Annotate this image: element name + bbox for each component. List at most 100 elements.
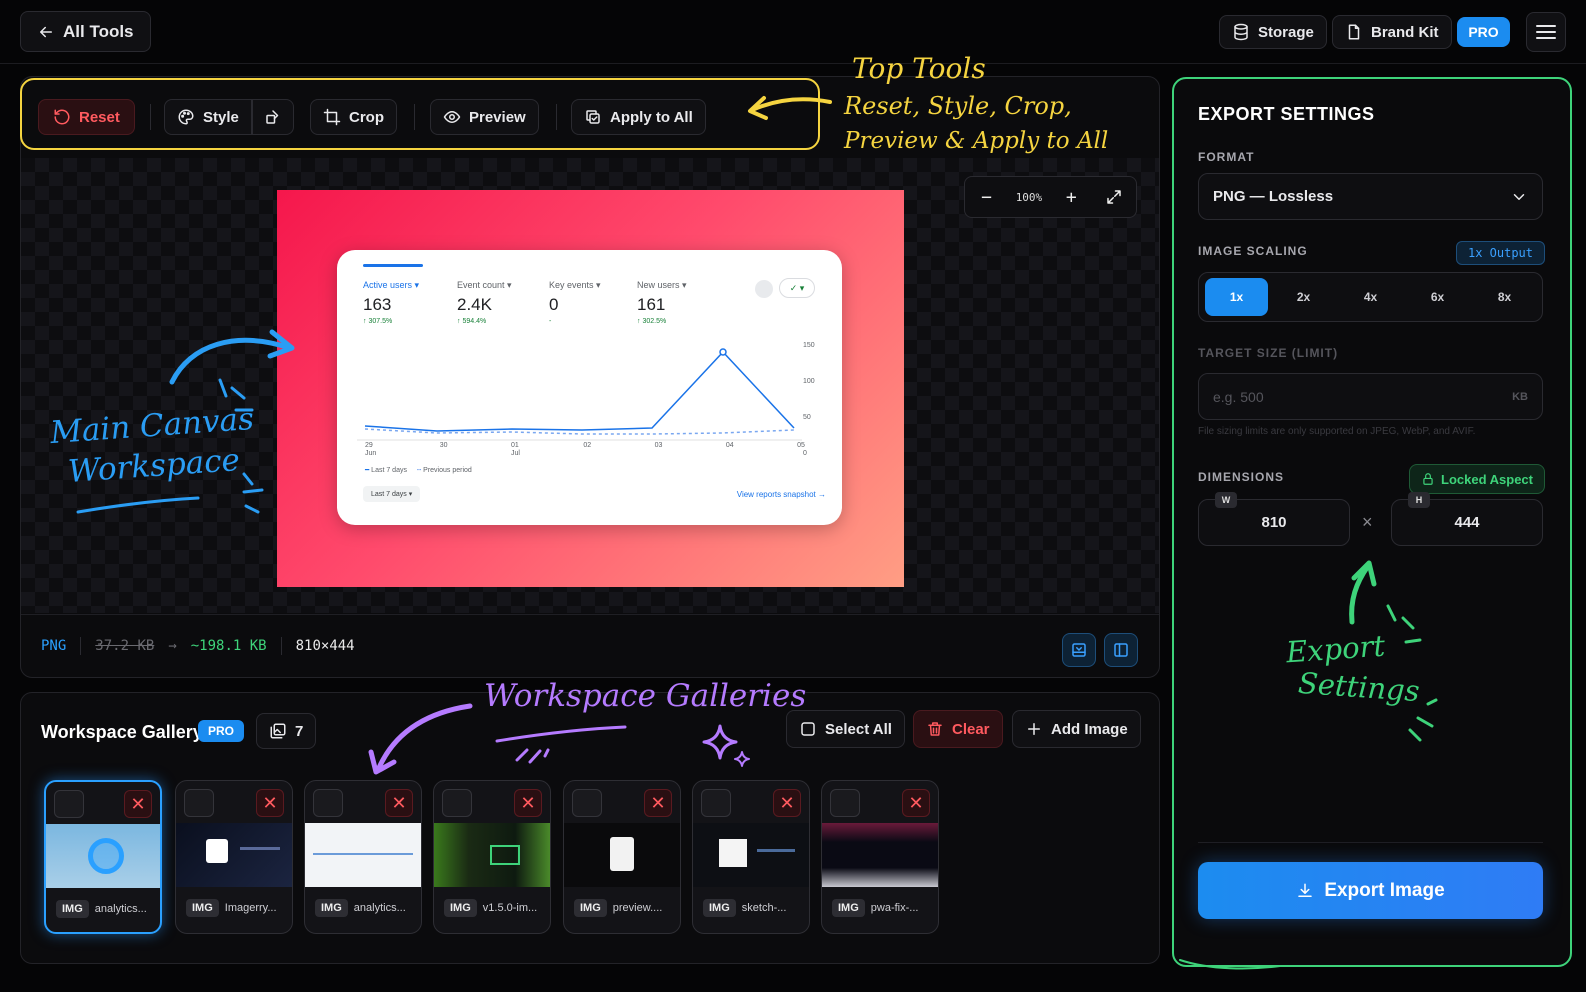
style-options-button[interactable] — [252, 99, 294, 135]
gallery-item[interactable]: ✕ IMG pwa-fix-... — [821, 780, 939, 934]
all-tools-label: All Tools — [63, 21, 134, 41]
scale-option-8x[interactable]: 8x — [1473, 278, 1536, 316]
file-name: sketch-... — [741, 902, 787, 914]
item-checkbox[interactable] — [184, 789, 214, 817]
rotate-ccw-icon — [53, 108, 71, 126]
target-size-input[interactable]: e.g. 500 KB — [1198, 373, 1543, 420]
locked-aspect-toggle[interactable]: Locked Aspect — [1409, 464, 1545, 494]
fullscreen-button[interactable] — [1100, 183, 1128, 211]
divider — [1198, 842, 1543, 843]
remove-item-button[interactable]: ✕ — [902, 789, 930, 817]
zoom-in-button[interactable]: + — [1057, 183, 1085, 211]
remove-item-button[interactable]: ✕ — [256, 789, 284, 817]
clear-button[interactable]: Clear — [913, 710, 1003, 748]
metric-value: 161 — [637, 295, 666, 314]
line-chart — [357, 348, 802, 441]
view-snapshot-link[interactable]: View reports snapshot → — [737, 490, 826, 499]
metric-value: 2.4K — [457, 295, 492, 314]
crop-button[interactable]: Crop — [310, 99, 397, 135]
scale-option-1x[interactable]: 1x — [1205, 278, 1268, 316]
copy-icon — [584, 108, 602, 126]
thumbnail-image — [434, 823, 550, 887]
thumbnail-image — [176, 823, 292, 887]
dimensions-section-label: DIMENSIONS — [1198, 470, 1285, 484]
item-meta: IMG v1.5.0-im... — [444, 899, 537, 917]
zoom-out-button[interactable]: − — [973, 183, 1001, 211]
toolbar-divider — [414, 104, 415, 130]
remove-item-button[interactable]: ✕ — [124, 790, 152, 818]
date-range-select[interactable]: Last 7 days ▾ — [363, 486, 421, 502]
type-tag: IMG — [832, 899, 865, 917]
zoom-level: 100% — [1015, 190, 1043, 204]
metric-active-users: Active users ▾ 163 ↑ 307.5% — [363, 280, 419, 325]
avatar-icon — [755, 280, 773, 298]
side-panel-button[interactable] — [1104, 633, 1138, 667]
item-checkbox[interactable] — [830, 789, 860, 817]
active-tab-indicator — [363, 264, 423, 267]
thumbnail-image — [46, 824, 160, 888]
remove-item-button[interactable]: ✕ — [514, 789, 542, 817]
file-name: analytics... — [94, 903, 147, 915]
remove-item-button[interactable]: ✕ — [644, 789, 672, 817]
gallery-item[interactable]: ✕ IMG preview.... — [563, 780, 681, 934]
scale-option-6x[interactable]: 6x — [1406, 278, 1469, 316]
all-tools-button[interactable]: All Tools — [20, 11, 151, 52]
remove-item-button[interactable]: ✕ — [385, 789, 413, 817]
panel-left-icon — [1112, 641, 1130, 659]
menu-button[interactable] — [1526, 12, 1566, 52]
images-icon — [269, 722, 287, 740]
metric-key-events: Key events ▾ 0 - — [549, 280, 601, 325]
item-checkbox[interactable] — [701, 789, 731, 817]
gallery-item[interactable]: ✕ IMG analytics... — [304, 780, 422, 934]
storage-button[interactable]: Storage — [1219, 15, 1327, 49]
style-button[interactable]: Style — [164, 99, 252, 135]
metric-change: - — [549, 318, 552, 325]
metric-value: 0 — [549, 295, 559, 314]
arrow-left-icon — [37, 23, 55, 41]
toolbar-divider — [150, 104, 151, 130]
annotation-export-line1: Export — [1284, 628, 1387, 670]
item-meta: IMG sketch-... — [703, 899, 786, 917]
export-image-button[interactable]: Export Image — [1198, 862, 1543, 919]
database-icon — [1232, 23, 1250, 41]
fit-view-button[interactable] — [1062, 633, 1096, 667]
eye-icon — [443, 108, 461, 126]
gallery-item[interactable]: ✕ IMG analytics... — [44, 780, 162, 934]
add-image-label: Add Image — [1051, 720, 1128, 738]
item-checkbox[interactable] — [572, 789, 602, 817]
scale-option-2x[interactable]: 2x — [1272, 278, 1335, 316]
brand-kit-label: Brand Kit — [1371, 23, 1439, 41]
item-checkbox[interactable] — [442, 789, 472, 817]
legend-label: Last 7 days — [371, 467, 407, 474]
thumbnail-image — [305, 823, 421, 887]
analytics-card: Active users ▾ 163 ↑ 307.5% Event count ▾ 2… — [337, 250, 842, 525]
dimensions-readout: 810×444 — [295, 637, 355, 654]
item-checkbox[interactable] — [313, 789, 343, 817]
reset-button[interactable]: Reset — [38, 99, 135, 135]
gallery-item[interactable]: ✕ IMG v1.5.0-im... — [433, 780, 551, 934]
format-section-label: FORMAT — [1198, 150, 1255, 164]
select-all-button[interactable]: Select All — [786, 710, 905, 748]
item-checkbox[interactable] — [54, 790, 84, 818]
apply-to-all-button[interactable]: Apply to All — [571, 99, 706, 135]
type-tag: IMG — [56, 900, 89, 918]
pro-badge[interactable]: PRO — [1457, 17, 1510, 47]
gallery-item[interactable]: ✕ IMG sketch-... — [692, 780, 810, 934]
remove-item-button[interactable]: ✕ — [773, 789, 801, 817]
type-tag: IMG — [444, 899, 477, 917]
brand-kit-button[interactable]: Brand Kit — [1332, 15, 1452, 49]
metric-change: ↑ 594.4% — [457, 318, 487, 325]
scale-option-4x[interactable]: 4x — [1339, 278, 1402, 316]
thumbnail-image — [693, 823, 809, 887]
preview-button[interactable]: Preview — [430, 99, 539, 135]
metric-new-users: New users ▾ 161 ↑ 302.5% — [637, 280, 687, 325]
add-image-button[interactable]: Add Image — [1012, 710, 1141, 748]
legend-label: Previous period — [423, 467, 472, 474]
format-select[interactable]: PNG — Lossless — [1198, 173, 1543, 220]
item-meta: IMG pwa-fix-... — [832, 899, 918, 917]
export-title: EXPORT SETTINGS — [1198, 104, 1375, 124]
canvas-image[interactable]: Active users ▾ 163 ↑ 307.5% Event count ▾ 2… — [277, 190, 904, 587]
gallery-item[interactable]: ✕ IMG Imagerry... — [175, 780, 293, 934]
trash-icon — [926, 720, 944, 738]
shapes-icon — [264, 108, 282, 126]
